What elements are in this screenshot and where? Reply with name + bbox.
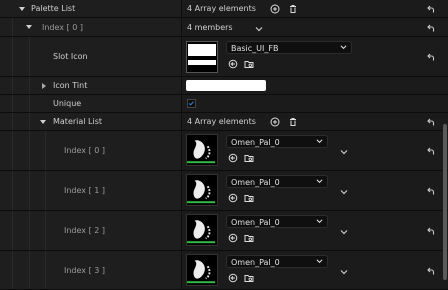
material-index-label: Index [ 1 ] — [64, 186, 105, 195]
use-selected-icon[interactable] — [228, 273, 238, 283]
material-list-row: Material List 4 Array elements — [0, 113, 448, 131]
chevron-down-icon[interactable] — [339, 187, 349, 197]
index-0-members: 4 members — [187, 23, 233, 32]
index-0-label: Index [ 0 ] — [42, 23, 83, 32]
unique-checkbox[interactable] — [187, 99, 196, 108]
reset-arrow-icon[interactable] — [426, 52, 436, 62]
browse-icon[interactable] — [244, 59, 254, 69]
material-value: Omen_Pal_0 — [231, 138, 280, 147]
list-item: Index [ 0 ] Omen_Pal_0 — [0, 131, 448, 171]
use-selected-icon[interactable] — [228, 193, 238, 203]
chevron-down-icon[interactable] — [26, 25, 32, 29]
material-value: Omen_Pal_0 — [231, 258, 280, 267]
list-item: Index [ 3 ] Omen_Pal_0 — [0, 251, 448, 290]
reset-arrow-icon[interactable] — [426, 186, 436, 196]
index-0-row: Index [ 0 ] 4 members — [0, 18, 448, 37]
add-circle-icon[interactable] — [270, 117, 280, 127]
details-panel: Palette List 4 Array elements Index [ 0 … — [0, 0, 448, 290]
vertical-scrollbar[interactable] — [443, 124, 447, 280]
material-value: Omen_Pal_0 — [231, 178, 280, 187]
reset-arrow-icon[interactable] — [426, 4, 436, 14]
reset-arrow-icon[interactable] — [426, 146, 436, 156]
chevron-down-icon[interactable] — [339, 147, 349, 157]
add-circle-icon[interactable] — [270, 4, 280, 14]
material-asset-combo[interactable]: Omen_Pal_0 — [226, 135, 328, 148]
chevron-down-icon — [316, 219, 323, 224]
chevron-down-icon — [340, 45, 347, 50]
browse-icon[interactable] — [244, 193, 254, 203]
slot-icon-asset-combo[interactable]: Basic_UI_FB — [226, 41, 352, 54]
material-thumbnail[interactable] — [186, 134, 218, 166]
material-value: Omen_Pal_0 — [231, 218, 280, 227]
use-selected-icon[interactable] — [228, 59, 238, 69]
chevron-down-icon[interactable] — [339, 227, 349, 237]
icon-tint-swatch[interactable] — [186, 80, 266, 91]
browse-icon[interactable] — [244, 233, 254, 243]
chevron-right-icon[interactable] — [42, 83, 46, 89]
chevron-down-icon — [316, 179, 323, 184]
chevron-down-icon — [316, 259, 323, 264]
material-asset-combo[interactable]: Omen_Pal_0 — [226, 215, 328, 228]
list-item: Index [ 2 ] Omen_Pal_0 — [0, 211, 448, 251]
use-selected-icon[interactable] — [228, 233, 238, 243]
slot-icon-label: Slot Icon — [53, 52, 88, 61]
trash-icon[interactable] — [288, 117, 298, 127]
chevron-down-icon[interactable] — [254, 24, 264, 34]
material-asset-combo[interactable]: Omen_Pal_0 — [226, 175, 328, 188]
slot-icon-row: Slot Icon Basic_UI_FB — [0, 37, 448, 77]
material-index-label: Index [ 0 ] — [64, 146, 105, 155]
unique-label: Unique — [53, 99, 82, 108]
icon-tint-row: Icon Tint — [0, 77, 448, 95]
palette-list-label: Palette List — [31, 4, 76, 13]
material-index-label: Index [ 3 ] — [64, 266, 105, 275]
material-asset-combo[interactable]: Omen_Pal_0 — [226, 255, 328, 268]
chevron-down-icon — [316, 139, 323, 144]
unique-row: Unique — [0, 95, 448, 113]
material-thumbnail[interactable] — [186, 174, 218, 206]
chevron-down-icon[interactable] — [19, 7, 25, 11]
reset-arrow-icon[interactable] — [426, 226, 436, 236]
list-item: Index [ 1 ] Omen_Pal_0 — [0, 171, 448, 211]
material-thumbnail[interactable] — [186, 254, 218, 286]
reset-arrow-icon[interactable] — [426, 266, 436, 276]
chevron-down-icon[interactable] — [40, 120, 46, 124]
icon-tint-label: Icon Tint — [53, 81, 88, 90]
material-index-label: Index [ 2 ] — [64, 226, 105, 235]
browse-icon[interactable] — [244, 153, 254, 163]
browse-icon[interactable] — [244, 273, 254, 283]
reset-arrow-icon[interactable] — [426, 23, 436, 33]
palette-list-row: Palette List 4 Array elements — [0, 0, 448, 18]
material-thumbnail[interactable] — [186, 214, 218, 246]
reset-arrow-icon[interactable] — [426, 117, 436, 127]
slot-icon-value: Basic_UI_FB — [231, 44, 279, 53]
slot-icon-thumbnail[interactable] — [186, 41, 218, 73]
material-list-label: Material List — [53, 117, 103, 126]
chevron-down-icon[interactable] — [339, 267, 349, 277]
trash-icon[interactable] — [288, 4, 298, 14]
material-list-count: 4 Array elements — [187, 117, 256, 126]
checkmark-icon — [188, 101, 194, 106]
use-selected-icon[interactable] — [228, 153, 238, 163]
palette-list-count: 4 Array elements — [187, 4, 256, 13]
